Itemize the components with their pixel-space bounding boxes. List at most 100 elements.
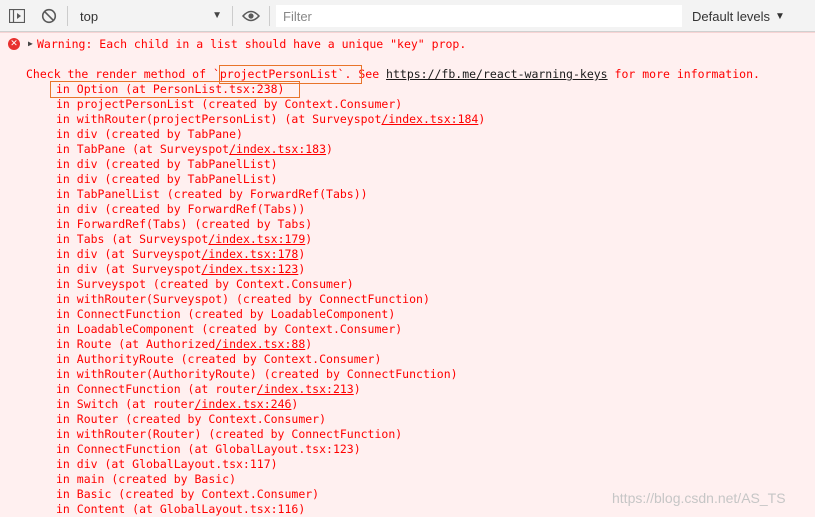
stack-frame: in ForwardRef(Tabs) (created by Tabs) [56, 217, 312, 232]
stack-frame: in div (at Surveyspot/index.tsx:123) [56, 262, 305, 277]
stack-frame-text: in withRouter(Surveyspot) (created by Co… [56, 292, 430, 306]
stack-frame: in ConnectFunction (at router/index.tsx:… [56, 382, 361, 397]
source-link[interactable]: /index.tsx:184 [381, 112, 478, 126]
stack-frame-text: in projectPersonList (created by Context… [56, 97, 403, 111]
stack-frame-text: in div (at Surveyspot [56, 262, 202, 276]
stack-frame-text: in ConnectFunction (at router [56, 382, 257, 396]
block-icon [41, 8, 57, 24]
stack-frame: in LoadableComponent (created by Context… [56, 322, 402, 337]
source-link[interactable]: /index.tsx:213 [257, 382, 354, 396]
stack-frame: in withRouter(Surveyspot) (created by Co… [56, 292, 430, 307]
stack-frame: in Router (created by Context.Consumer) [56, 412, 326, 427]
stack-frame-suffix: ) [353, 382, 361, 396]
context-value: top [80, 8, 99, 24]
stack-frame: in div (created by TabPanelList) [56, 172, 278, 187]
stack-frame-text: in Route (at Authorized [56, 337, 216, 351]
stack-frame: in main (created by Basic) [56, 472, 236, 487]
sidebar-icon [9, 9, 25, 23]
stack-frame-text: in TabPane (at Surveyspot [56, 142, 230, 156]
stack-frame: in withRouter(AuthorityRoute) (created b… [56, 367, 458, 382]
stack-frame-text: in div (created by TabPane) [56, 127, 243, 141]
stack-frame-text: in withRouter(projectPersonList) (at Sur… [56, 112, 382, 126]
stack-frame-suffix: ) [291, 397, 299, 411]
stack-frame: in TabPane (at Surveyspot/index.tsx:183) [56, 142, 333, 157]
stack-frame-text: in Router (created by Context.Consumer) [56, 412, 327, 426]
stack-frame-text: in div (created by TabPanelList) [56, 172, 278, 186]
stack-frame-text: in AuthorityRoute (created by Context.Co… [56, 352, 382, 366]
error-icon: ✕ [8, 38, 20, 50]
stack-frame: in div (at Surveyspot/index.tsx:178) [56, 247, 305, 262]
highlight-box-option [50, 81, 300, 98]
stack-frame: in Switch (at router/index.tsx:246) [56, 397, 298, 412]
stack-frame-text: in div (at GlobalLayout.tsx:117) [56, 457, 278, 471]
filter-placeholder: Filter [283, 8, 312, 24]
stack-frame: in withRouter(projectPersonList) (at Sur… [56, 112, 485, 127]
expand-triangle-icon[interactable]: ▶ [28, 39, 33, 48]
stack-frame-text: in TabPanelList (created by ForwardRef(T… [56, 187, 368, 201]
stack-frame: in Surveyspot (created by Context.Consum… [56, 277, 354, 292]
stack-frame-text: in Basic (created by Context.Consumer) [56, 487, 320, 501]
stack-frame-suffix: ) [326, 142, 333, 156]
stack-frame-text: in div (at Surveyspot [56, 247, 202, 261]
stack-frame-text: in Surveyspot (created by Context.Consum… [56, 277, 354, 291]
stack-frame: in TabPanelList (created by ForwardRef(T… [56, 187, 368, 202]
dropdown-arrow-icon: ▼ [212, 10, 222, 21]
toolbar-divider [232, 6, 233, 26]
stack-frame-suffix: ) [298, 262, 306, 276]
warning-text: Warning: Each child in a list should hav… [37, 37, 467, 51]
stack-frame: in div (at GlobalLayout.tsx:117) [56, 457, 278, 472]
source-link[interactable]: /index.tsx:88 [215, 337, 305, 351]
context-selector[interactable]: top ▼ [74, 6, 228, 26]
stack-frame: in div (created by ForwardRef(Tabs)) [56, 202, 305, 217]
stack-frame: in Route (at Authorized/index.tsx:88) [56, 337, 312, 352]
stack-frame: in ConnectFunction (created by LoadableC… [56, 307, 395, 322]
console-toolbar: top ▼ Filter Default levels ▼ [0, 0, 815, 32]
watermark: https://blog.csdn.net/AS_TS [612, 490, 786, 506]
stack-frame: in AuthorityRoute (created by Context.Co… [56, 352, 381, 367]
stack-frame: in Basic (created by Context.Consumer) [56, 487, 319, 502]
stack-frame-text: in Tabs (at Surveyspot [56, 232, 209, 246]
stack-frame: in Content (at GlobalLayout.tsx:116) [56, 502, 305, 517]
toggle-sidebar-button[interactable] [6, 0, 28, 32]
stack-frame-text: in Content (at GlobalLayout.tsx:116) [56, 502, 306, 516]
eye-icon [242, 10, 260, 22]
check-prefix: Check the render method of [26, 67, 213, 81]
source-link[interactable]: /index.tsx:179 [208, 232, 305, 246]
stack-frame-suffix: ) [305, 337, 313, 351]
react-warning-keys-link[interactable]: https://fb.me/react-warning-keys [386, 67, 608, 81]
clear-console-button[interactable] [38, 0, 60, 32]
stack-frame-text: in ConnectFunction (created by LoadableC… [56, 307, 396, 321]
console-error-message[interactable]: ✕ ▶ Warning: Each child in a list should… [0, 32, 815, 517]
stack-frame: in projectPersonList (created by Context… [56, 97, 402, 112]
stack-frame-text: in ConnectFunction (at GlobalLayout.tsx:… [56, 442, 361, 456]
toolbar-divider [67, 6, 68, 26]
stack-frame-suffix: ) [478, 112, 486, 126]
stack-frame-text: in withRouter(Router) (created by Connec… [56, 427, 403, 441]
log-levels-dropdown[interactable]: Default levels ▼ [692, 6, 802, 26]
stack-frame-text: in div (created by TabPanelList) [56, 157, 278, 171]
stack-frame-suffix: ) [298, 247, 306, 261]
source-link[interactable]: /index.tsx:183 [229, 142, 326, 156]
toolbar-divider [269, 6, 270, 26]
log-levels-label: Default levels [692, 8, 771, 24]
stack-frame-text: in div (created by ForwardRef(Tabs)) [56, 202, 306, 216]
stack-frame-text: in Switch (at router [56, 397, 195, 411]
stack-frame-suffix: ) [305, 232, 313, 246]
stack-frame: in div (created by TabPanelList) [56, 157, 278, 172]
source-link[interactable]: /index.tsx:123 [201, 262, 298, 276]
stack-frame: in Tabs (at Surveyspot/index.tsx:179) [56, 232, 312, 247]
dropdown-arrow-icon: ▼ [775, 10, 785, 22]
filter-input[interactable]: Filter [276, 5, 682, 27]
stack-frame-text: in withRouter(AuthorityRoute) (created b… [56, 367, 458, 381]
check-render-line: Check the render method of `projectPerso… [26, 67, 760, 82]
live-expression-button[interactable] [240, 0, 262, 32]
source-link[interactable]: /index.tsx:178 [201, 247, 298, 261]
stack-frame-text: in main (created by Basic) [56, 472, 237, 486]
stack-frame: in div (created by TabPane) [56, 127, 243, 142]
stack-frame-text: in ForwardRef(Tabs) (created by Tabs) [56, 217, 313, 231]
check-suffix: for more information. [607, 67, 760, 81]
stack-frame-text: in LoadableComponent (created by Context… [56, 322, 403, 336]
stack-frame: in ConnectFunction (at GlobalLayout.tsx:… [56, 442, 361, 457]
stack-frame: in withRouter(Router) (created by Connec… [56, 427, 402, 442]
source-link[interactable]: /index.tsx:246 [194, 397, 291, 411]
